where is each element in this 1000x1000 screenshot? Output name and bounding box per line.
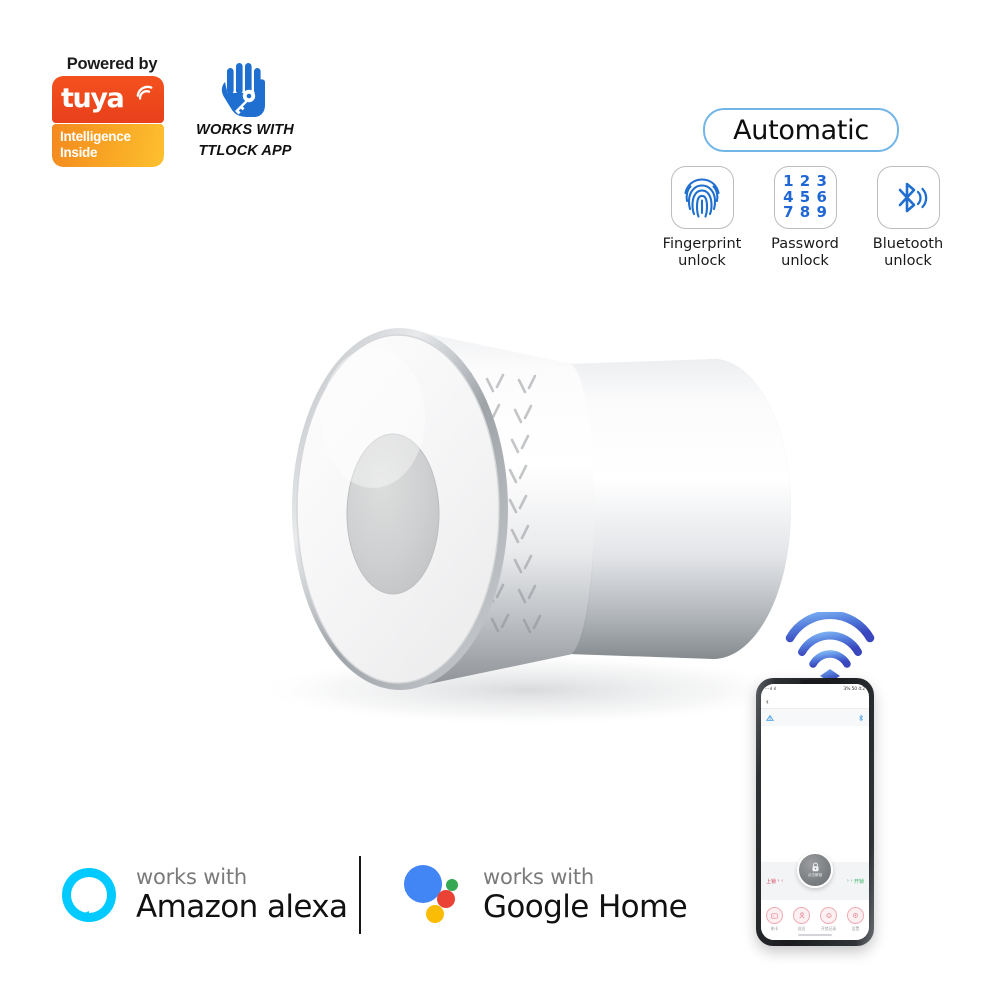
unlock-features-row: Fingerprint unlock 1 2 3 4 5 6 7 8 9 Pas… bbox=[655, 166, 955, 270]
action-label-settings: 设置 bbox=[851, 926, 860, 931]
card-icon bbox=[766, 907, 783, 924]
product-shadow bbox=[253, 654, 803, 726]
back-chevron-icon[interactable]: ‹ bbox=[766, 697, 769, 706]
lock-left-chevrons: ‹ ‹ bbox=[777, 878, 784, 884]
ttlock-icon-wrap bbox=[180, 58, 310, 120]
feature-password-unlock: 1 2 3 4 5 6 7 8 9 Password unlock bbox=[758, 166, 852, 270]
keypad-digit-8: 8 bbox=[799, 203, 811, 222]
bluetooth-icon bbox=[898, 182, 928, 212]
lock-knob-label: 点击解锁 bbox=[807, 873, 823, 877]
google-works-with-label: works with bbox=[482, 864, 594, 889]
phone-nav-bar: ‹ bbox=[761, 695, 869, 709]
partner-amazon-alexa: works with Amazon alexa bbox=[58, 864, 355, 926]
lock-right-group[interactable]: › › 开锁 bbox=[847, 878, 864, 885]
google-brand-label: Google Home bbox=[482, 888, 688, 925]
tuya-logo-card: tuya Intelligence Inside bbox=[52, 76, 164, 168]
ttlock-badge: WORKS WITH TTLOCK APP bbox=[180, 58, 310, 162]
partner-logos-row: works with Amazon alexa works with Googl… bbox=[58, 845, 718, 945]
lock-right-label: 开锁 bbox=[853, 878, 864, 885]
partner-divider bbox=[359, 856, 361, 934]
keypad-icon: 1 2 3 4 5 6 7 8 9 bbox=[782, 174, 828, 221]
action-label-records: 开锁记录 bbox=[820, 926, 837, 931]
gear-icon bbox=[847, 907, 864, 924]
person-icon bbox=[793, 907, 810, 924]
wifi-signal-icon bbox=[780, 610, 880, 682]
bell-icon bbox=[820, 907, 837, 924]
bluetooth-small-icon bbox=[859, 714, 864, 721]
partner-google-home: works with Google Home bbox=[365, 864, 718, 926]
hand-with-key-icon bbox=[221, 63, 265, 117]
keypad-digit-9: 9 bbox=[816, 203, 827, 222]
padlock-icon bbox=[812, 862, 818, 872]
ttlock-line2: TTLOCK APP bbox=[198, 143, 292, 159]
signal-icon bbox=[766, 714, 774, 721]
tuya-tagline: Intelligence Inside bbox=[52, 124, 164, 168]
phone-lock-panel: 上锁 ‹ ‹ 点击解锁 › › 开锁 bbox=[761, 852, 869, 900]
feature-fingerprint-label-line1: Fingerprint bbox=[662, 236, 742, 252]
wifi-arcs bbox=[785, 610, 875, 682]
google-text-block: works with Google Home bbox=[482, 864, 688, 926]
lock-left-group[interactable]: 上锁 ‹ ‹ bbox=[766, 878, 783, 885]
feature-bluetooth-label-line2: unlock bbox=[884, 253, 932, 269]
tuya-powered-by-label: Powered by bbox=[66, 55, 158, 73]
keypad-icon-box: 1 2 3 4 5 6 7 8 9 bbox=[773, 166, 837, 229]
fingerprint-icon-box bbox=[670, 166, 734, 229]
fingerprint-icon bbox=[684, 177, 720, 218]
tuya-tagline-line2: Inside bbox=[60, 144, 98, 160]
action-label-member: 成员 bbox=[797, 926, 806, 931]
phone-status-right: 3% 50 4:2 bbox=[843, 687, 865, 692]
alexa-brand-label: Amazon alexa bbox=[136, 888, 348, 925]
feature-bluetooth-unlock: Bluetooth unlock bbox=[861, 166, 955, 270]
feature-bluetooth-label-line1: Bluetooth bbox=[872, 236, 944, 252]
smart-lock-cylinder-illustration bbox=[253, 328, 803, 726]
phone-status-left: ··· ıl ıl bbox=[765, 687, 776, 692]
action-item-card[interactable]: 刷卡 bbox=[763, 907, 787, 932]
tuya-badge: Powered by tuya Intelligence Inside bbox=[52, 55, 172, 168]
feature-fingerprint-unlock: Fingerprint unlock bbox=[655, 166, 749, 270]
alexa-text-block: works with Amazon alexa bbox=[136, 864, 348, 926]
keypad-digit-7: 7 bbox=[783, 203, 794, 222]
action-item-member[interactable]: 成员 bbox=[790, 907, 814, 932]
action-label-card: 刷卡 bbox=[770, 926, 779, 931]
alexa-works-with-label: works with bbox=[136, 864, 247, 889]
bluetooth-icon-box bbox=[876, 166, 940, 229]
phone-screen[interactable]: ··· ıl ıl 3% 50 4:2 ‹ 上锁 ‹ ‹ 点击解锁 › › 开锁… bbox=[761, 684, 869, 940]
tuya-wifi-arc-icon bbox=[136, 85, 153, 100]
smartphone-mockup: ··· ıl ıl 3% 50 4:2 ‹ 上锁 ‹ ‹ 点击解锁 › › 开锁… bbox=[756, 678, 874, 946]
action-item-settings[interactable]: 设置 bbox=[844, 907, 868, 932]
phone-home-indicator bbox=[798, 934, 832, 936]
tuya-tagline-line1: Intelligence bbox=[60, 129, 131, 145]
feature-bluetooth-label: Bluetooth unlock bbox=[861, 236, 955, 270]
phone-sub-bar bbox=[761, 709, 869, 726]
alexa-ring-icon bbox=[61, 868, 116, 922]
automatic-badge-label: Automatic bbox=[733, 114, 869, 146]
product-image-smart-lock bbox=[168, 258, 828, 758]
google-assistant-dots-icon bbox=[403, 865, 458, 923]
ttlock-line1: WORKS WITH bbox=[196, 122, 294, 138]
lock-knob-button[interactable]: 点击解锁 bbox=[797, 852, 833, 888]
feature-password-label-line1: Password bbox=[771, 236, 839, 252]
tuya-logo-top: tuya bbox=[52, 76, 164, 124]
tuya-wordmark: tuya bbox=[61, 83, 125, 115]
lock-left-label: 上锁 bbox=[766, 878, 777, 885]
automatic-badge: Automatic bbox=[703, 108, 899, 152]
action-item-records[interactable]: 开锁记录 bbox=[817, 907, 841, 932]
phone-canvas-area bbox=[761, 726, 869, 862]
phone-status-bar: ··· ıl ıl 3% 50 4:2 bbox=[761, 684, 869, 695]
lock-right-chevrons: › › bbox=[846, 878, 853, 884]
